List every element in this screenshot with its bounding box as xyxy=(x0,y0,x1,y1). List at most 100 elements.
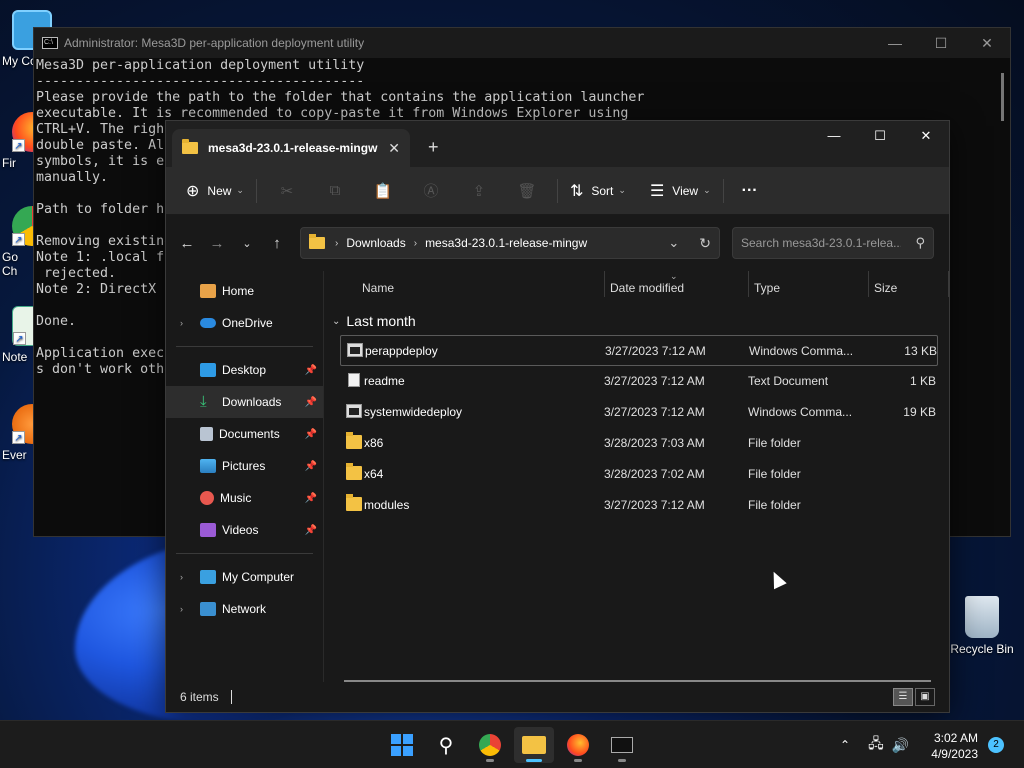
paste-icon[interactable]: 📋 xyxy=(359,182,407,200)
start-button[interactable] xyxy=(382,727,422,763)
taskbar-file-explorer[interactable] xyxy=(514,727,554,763)
column-divider[interactable] xyxy=(948,271,949,297)
pin-icon[interactable]: 📌 xyxy=(305,429,317,440)
pin-icon[interactable]: 📌 xyxy=(305,461,317,472)
console-minimize-button[interactable]: — xyxy=(872,35,918,52)
pin-icon[interactable]: 📌 xyxy=(305,397,317,408)
sidebar-item-home[interactable]: Home xyxy=(166,275,323,307)
copy-icon[interactable]: ⧉ xyxy=(311,182,359,199)
sidebar-item-my-computer[interactable]: › My Computer xyxy=(166,561,323,593)
explorer-tab[interactable]: mesa3d-23.0.1-release-mingw ✕ xyxy=(172,129,410,167)
explorer-maximize-button[interactable]: ☐ xyxy=(857,121,903,151)
file-row[interactable]: readme 3/27/2023 7:12 AM Text Document 1 KB xyxy=(340,366,938,397)
breadcrumb-downloads[interactable]: Downloads xyxy=(346,236,405,250)
address-bar[interactable]: › Downloads › mesa3d-23.0.1-release-ming… xyxy=(300,227,720,259)
column-divider[interactable] xyxy=(868,271,869,297)
toolbar-divider xyxy=(255,178,257,203)
view-button[interactable]: ☰ View ⌄ xyxy=(644,175,717,207)
file-type: Windows Comma... xyxy=(749,344,854,358)
share-icon[interactable]: ⇪ xyxy=(455,182,503,200)
file-row[interactable]: x86 3/28/2023 7:03 AM File folder xyxy=(340,428,938,459)
explorer-close-button[interactable]: ✕ xyxy=(903,121,949,151)
network-icon xyxy=(200,602,216,616)
up-arrow-icon[interactable]: ↑ xyxy=(262,235,292,252)
file-row[interactable]: perappdeploy 3/27/2023 7:12 AM Windows Com… xyxy=(340,335,938,366)
taskbar-firefox[interactable] xyxy=(558,727,598,763)
shortcut-arrow-icon: ↗ xyxy=(12,233,25,246)
sidebar-item-onedrive[interactable]: › OneDrive xyxy=(166,307,323,339)
expand-chevron-icon[interactable]: › xyxy=(180,318,200,328)
group-header[interactable]: ⌄ Last month xyxy=(332,307,949,335)
rename-icon[interactable]: Ⓐ xyxy=(407,180,455,201)
sidebar-item-network[interactable]: › Network xyxy=(166,593,323,625)
new-button[interactable]: ⊕ New ⌄ xyxy=(180,175,250,207)
show-hidden-icons-chevron-icon[interactable]: ⌃ xyxy=(840,738,850,752)
file-explorer-window[interactable]: mesa3d-23.0.1-release-mingw ✕ + — ☐ ✕ ⊕ … xyxy=(165,120,950,713)
pin-icon[interactable]: 📌 xyxy=(305,365,317,376)
explorer-minimize-button[interactable]: — xyxy=(811,121,857,151)
item-count: 6 items xyxy=(180,690,219,704)
volume-icon[interactable]: 🔊 xyxy=(892,737,909,754)
column-header-date[interactable]: Date modified xyxy=(610,281,684,295)
recent-locations-chevron-icon[interactable]: ⌄ xyxy=(232,237,262,250)
file-row[interactable]: x64 3/28/2023 7:02 AM File folder xyxy=(340,459,938,490)
console-icon: C:\ xyxy=(42,37,58,49)
file-name: perappdeploy xyxy=(365,344,438,358)
sidebar-item-music[interactable]: Music 📌 xyxy=(166,482,323,514)
tab-close-button[interactable]: ✕ xyxy=(388,140,400,157)
network-tray-icon[interactable]: 🖧 xyxy=(868,733,884,757)
expand-chevron-icon[interactable]: › xyxy=(180,604,200,614)
taskbar-search-button[interactable]: ⚲ xyxy=(426,727,466,763)
refresh-icon[interactable]: ↻ xyxy=(699,235,711,252)
column-headers: Name Date modified ⌄ Type Size xyxy=(332,271,949,307)
notification-badge[interactable]: 2 xyxy=(988,737,1004,753)
column-header-size[interactable]: Size xyxy=(874,281,897,295)
file-row[interactable]: systemwidedeploy 3/27/2023 7:12 AM Windows… xyxy=(340,397,938,428)
pin-icon[interactable]: 📌 xyxy=(305,525,317,536)
column-divider[interactable] xyxy=(748,271,749,297)
sidebar-item-desktop[interactable]: Desktop 📌 xyxy=(166,354,323,386)
cut-icon[interactable]: ✂ xyxy=(263,182,311,200)
explorer-tabbar[interactable]: mesa3d-23.0.1-release-mingw ✕ + — ☐ ✕ xyxy=(166,121,949,167)
search-input[interactable] xyxy=(741,236,901,250)
tab-title: mesa3d-23.0.1-release-mingw xyxy=(208,141,378,155)
taskbar-terminal[interactable] xyxy=(602,727,642,763)
address-dropdown-icon[interactable]: ⌄ xyxy=(668,235,679,251)
sidebar-item-videos[interactable]: Videos 📌 xyxy=(166,514,323,546)
collapse-chevron-icon[interactable]: ⌄ xyxy=(332,316,340,327)
column-divider[interactable] xyxy=(604,271,605,297)
new-tab-button[interactable]: + xyxy=(428,137,439,158)
console-maximize-button[interactable]: ☐ xyxy=(918,35,964,52)
taskbar-chrome[interactable] xyxy=(470,727,510,763)
file-size: 19 KB xyxy=(903,405,936,419)
search-box[interactable]: ⚲ xyxy=(732,227,934,259)
running-indicator xyxy=(574,759,582,762)
column-header-type[interactable]: Type xyxy=(754,281,780,295)
file-type: File folder xyxy=(748,436,801,450)
desktop-icon xyxy=(200,363,216,377)
delete-icon[interactable]: 🗑 xyxy=(503,182,551,200)
breadcrumb-chevron-icon[interactable]: › xyxy=(335,238,338,249)
details-view-icon[interactable]: ☰ xyxy=(893,688,913,706)
breadcrumb-chevron-icon[interactable]: › xyxy=(414,238,417,249)
clock[interactable]: 3:02 AM 4/9/2023 xyxy=(931,730,978,762)
forward-arrow-icon[interactable]: → xyxy=(202,235,232,252)
more-options-button[interactable]: ··· xyxy=(736,175,764,207)
sidebar-item-documents[interactable]: Documents 📌 xyxy=(166,418,323,450)
sidebar-item-label: Music xyxy=(220,491,252,505)
breadcrumb-current-folder[interactable]: mesa3d-23.0.1-release-mingw xyxy=(425,236,587,250)
console-scrollbar[interactable] xyxy=(1001,73,1004,121)
console-titlebar[interactable]: C:\ Administrator: Mesa3D per-applicatio… xyxy=(34,28,1010,58)
column-header-name[interactable]: Name xyxy=(362,281,394,295)
sort-button[interactable]: ⇅ Sort ⌄ xyxy=(564,175,632,207)
search-icon[interactable]: ⚲ xyxy=(915,235,925,251)
back-arrow-icon[interactable]: ← xyxy=(172,235,202,252)
expand-chevron-icon[interactable]: › xyxy=(180,572,200,582)
sidebar-item-pictures[interactable]: Pictures 📌 xyxy=(166,450,323,482)
desktop-icon-recycle-bin[interactable]: Recycle Bin xyxy=(944,596,1020,656)
tiles-view-icon[interactable]: ▣ xyxy=(915,688,935,706)
sidebar-item-downloads[interactable]: ⤓ Downloads 📌 xyxy=(166,386,323,418)
console-close-button[interactable]: ✕ xyxy=(964,35,1010,52)
file-row[interactable]: modules 3/27/2023 7:12 AM File folder xyxy=(340,490,938,521)
pin-icon[interactable]: 📌 xyxy=(305,493,317,504)
